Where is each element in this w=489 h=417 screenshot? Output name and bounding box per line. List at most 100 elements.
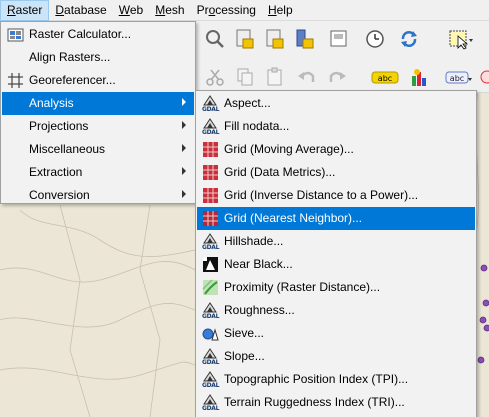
proximity-label: Proximity (Raster Distance)... — [224, 280, 381, 294]
select-features-icon[interactable] — [447, 27, 475, 51]
proximity-icon — [202, 279, 219, 296]
refresh-icon[interactable] — [397, 27, 421, 51]
hillshade-item[interactable]: GDAL Hillshade... — [197, 230, 475, 253]
aspect-item[interactable]: GDAL Aspect... — [197, 92, 475, 115]
grid-inverse-distance-item[interactable]: Grid (Inverse Distance to a Power)... — [197, 184, 475, 207]
gdal-icon: GDAL — [202, 394, 219, 412]
fill-nodata-label: Fill nodata... — [224, 119, 290, 133]
svg-text:abc: abc — [378, 74, 392, 83]
cut-icon[interactable] — [203, 65, 227, 89]
raster-menu: Raster Calculator... Align Rasters... Ge… — [0, 21, 196, 204]
align-rasters-item[interactable]: Align Rasters... — [2, 46, 194, 69]
new-shapefile-icon[interactable] — [293, 27, 317, 51]
menu-processing-rest: cessing — [215, 2, 256, 17]
menu-database-key: D — [55, 2, 65, 17]
gdal-icon: GDAL — [202, 348, 219, 366]
slope-label: Slope... — [224, 349, 265, 363]
menu-database[interactable]: Database — [49, 0, 112, 21]
grid-icon — [202, 187, 219, 204]
grid-data-metrics-label: Grid (Data Metrics)... — [224, 165, 336, 179]
submenu-arrow-icon — [182, 98, 186, 106]
tri-label: Terrain Ruggedness Index (TRI)... — [224, 395, 405, 409]
menu-mesh[interactable]: Mesh — [149, 0, 190, 21]
menu-raster-key: R — [7, 2, 16, 17]
menu-processing[interactable]: Processing — [191, 0, 262, 21]
submenu-arrow-icon — [182, 167, 186, 175]
tri-item[interactable]: GDAL Terrain Ruggedness Index (TRI)... — [197, 391, 475, 414]
georeferencer-grid-icon — [7, 72, 24, 89]
submenu-arrow-icon — [182, 121, 186, 129]
undo-icon[interactable] — [295, 65, 319, 89]
gdal-icon-text: GDAL — [202, 382, 220, 389]
grid-nearest-neighbor-label: Grid (Nearest Neighbor)... — [224, 211, 363, 225]
identify-icon[interactable] — [203, 27, 227, 51]
miscellaneous-label: Miscellaneous — [29, 142, 106, 156]
roughness-label: Roughness... — [224, 303, 295, 317]
hillshade-label: Hillshade... — [224, 234, 284, 248]
extraction-submenu-item[interactable]: Extraction — [2, 161, 194, 184]
label-tool-icon[interactable]: abc — [371, 65, 399, 89]
miscellaneous-submenu-item[interactable]: Miscellaneous — [2, 138, 194, 161]
menu-mesh-key: M — [155, 2, 166, 17]
menu-processing-pre: Pr — [196, 2, 209, 17]
gdal-icon: GDAL — [202, 371, 220, 389]
menu-raster[interactable]: Raster — [0, 0, 50, 21]
gdal-icon-text: GDAL — [202, 244, 220, 251]
conversion-submenu-item[interactable]: Conversion — [2, 184, 194, 207]
georeferencer-label: Georeferencer... — [29, 73, 116, 87]
analysis-submenu-item[interactable]: Analysis — [2, 92, 194, 115]
conversion-label: Conversion — [29, 188, 90, 202]
tpi-item[interactable]: GDAL Topographic Position Index (TPI)... — [197, 368, 475, 391]
sieve-icon — [202, 325, 219, 342]
toolbar: abc abc — [195, 21, 489, 93]
submenu-arrow-icon — [182, 190, 186, 198]
menu-web-key: W — [118, 2, 130, 17]
menu-web[interactable]: Web — [113, 0, 149, 21]
svg-text:abc: abc — [450, 74, 464, 83]
menu-help[interactable]: Help — [262, 0, 299, 21]
extraction-label: Extraction — [29, 165, 83, 179]
label-pin-icon[interactable]: abc — [445, 65, 473, 89]
layout-manager-icon[interactable] — [327, 27, 351, 51]
projections-submenu-item[interactable]: Projections — [2, 115, 194, 138]
temporal-clock-icon[interactable] — [363, 27, 387, 51]
raster-calculator-item[interactable]: Raster Calculator... — [2, 23, 194, 46]
gdal-icon: GDAL — [202, 95, 219, 113]
grid-icon — [202, 164, 219, 181]
tpi-label: Topographic Position Index (TPI)... — [224, 372, 409, 386]
menubar: Raster Database Web Mesh Processing Help — [0, 0, 489, 21]
label-toggle-icon[interactable] — [477, 65, 489, 89]
aspect-label: Aspect... — [224, 96, 271, 110]
raster-calculator-label: Raster Calculator... — [29, 27, 132, 41]
diagram-tool-icon[interactable] — [407, 65, 431, 89]
analysis-menu: GDAL Aspect... GDAL Fill nodata... Grid … — [195, 90, 477, 417]
gdal-icon: GDAL — [202, 233, 220, 251]
menu-help-rest: elp — [276, 2, 293, 17]
roughness-item[interactable]: GDAL Roughness... — [197, 299, 475, 322]
gdal-icon: GDAL — [202, 302, 219, 320]
redo-icon[interactable] — [325, 65, 349, 89]
menu-database-rest: atabase — [64, 2, 107, 17]
grid-icon — [202, 210, 219, 227]
near-black-item[interactable]: Near Black... — [197, 253, 475, 276]
gdal-icon-text: GDAL — [202, 129, 220, 136]
grid-data-metrics-item[interactable]: Grid (Data Metrics)... — [197, 161, 475, 184]
grid-icon — [202, 141, 219, 158]
projections-label: Projections — [29, 119, 89, 133]
align-rasters-label: Align Rasters... — [29, 50, 111, 64]
sieve-item[interactable]: Sieve... — [197, 322, 475, 345]
raster-calculator-icon — [7, 26, 24, 43]
grid-nearest-neighbor-item[interactable]: Grid (Nearest Neighbor)... — [197, 207, 475, 230]
near-black-label: Near Black... — [224, 257, 293, 271]
grid-moving-average-item[interactable]: Grid (Moving Average)... — [197, 138, 475, 161]
proximity-item[interactable]: Proximity (Raster Distance)... — [197, 276, 475, 299]
new-geopackage-icon[interactable] — [263, 27, 287, 51]
georeferencer-item[interactable]: Georeferencer... — [2, 69, 194, 92]
fill-nodata-item[interactable]: GDAL Fill nodata... — [197, 115, 475, 138]
copy-icon[interactable] — [233, 65, 257, 89]
menu-web-rest: eb — [129, 2, 144, 17]
paste-icon[interactable] — [263, 65, 287, 89]
slope-item[interactable]: GDAL Slope... — [197, 345, 475, 368]
new-layer-icon[interactable] — [233, 27, 257, 51]
menu-mesh-rest: esh — [165, 2, 185, 17]
